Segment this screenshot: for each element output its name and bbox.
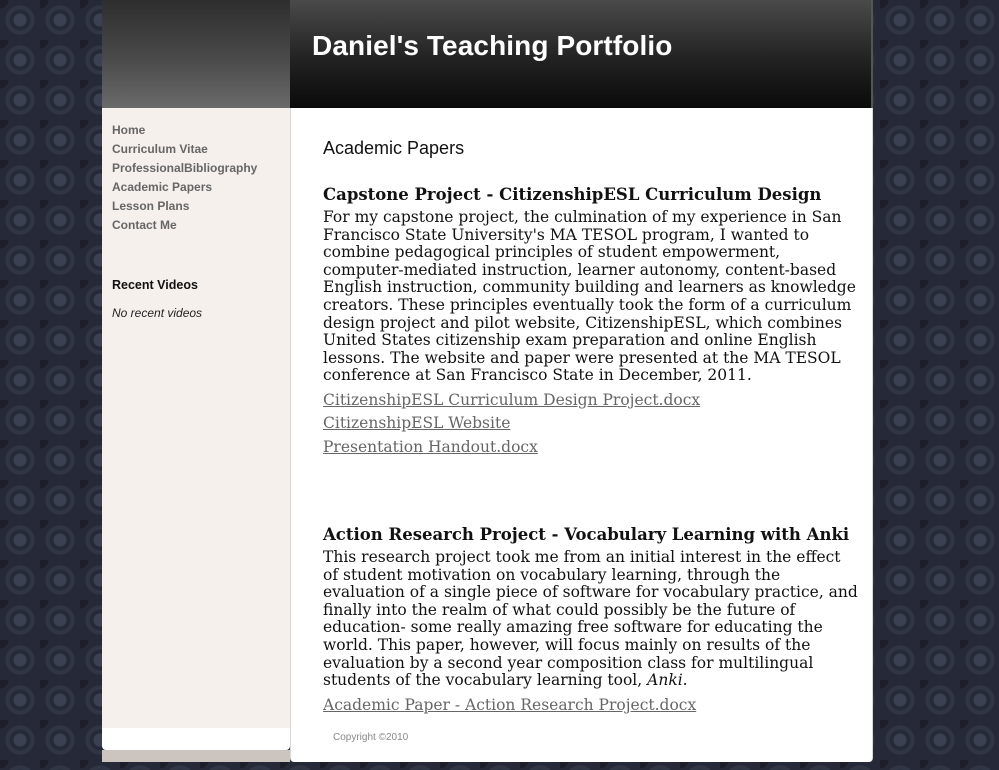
nav-item-curriculum-vitae[interactable]: Curriculum Vitae [112,142,208,156]
paper-section-action-research: Action Research Project - Vocabulary Lea… [323,525,858,717]
site-header: Daniel's Teaching Portfolio [290,0,873,108]
recent-videos-title: Recent Videos [112,278,198,292]
nav-item-contact-me[interactable]: Contact Me [112,218,177,232]
section-links: CitizenshipESL Curriculum Design Project… [323,389,858,460]
nav-item-home[interactable]: Home [112,123,145,137]
nav-item-academic-papers[interactable]: Academic Papers [112,180,212,194]
logo-area [102,0,290,108]
doc-link[interactable]: Academic Paper - Action Research Project… [323,694,858,718]
sidebar-base [102,750,290,762]
paper-section-capstone: Capstone Project - CitizenshipESL Curric… [323,185,858,459]
main-content: Academic Papers Capstone Project - Citiz… [290,108,873,762]
sidebar-footer [102,728,290,750]
website-link[interactable]: CitizenshipESL Website [323,412,858,436]
sidebar: Home Curriculum Vitae ProfessionalBiblio… [102,108,290,728]
section-title: Capstone Project - CitizenshipESL Curric… [323,185,822,204]
doc-link[interactable]: Presentation Handout.docx [323,436,858,460]
page: Daniel's Teaching Portfolio Home Curricu… [102,0,873,770]
nav-item-lesson-plans[interactable]: Lesson Plans [112,199,189,213]
site-title: Daniel's Teaching Portfolio [312,30,673,61]
section-body: This research project took me from an in… [323,548,858,690]
sidebar-nav: Home Curriculum Vitae ProfessionalBiblio… [112,119,257,233]
section-title: Action Research Project - Vocabulary Lea… [323,525,850,544]
nav-item-professional-bibliography[interactable]: ProfessionalBibliography [112,161,257,175]
copyright-text: Copyright ©2010 [333,732,409,743]
recent-videos-empty: No recent videos [112,306,203,320]
page-title: Academic Papers [323,138,465,158]
section-links: Academic Paper - Action Research Project… [323,694,858,718]
doc-link[interactable]: CitizenshipESL Curriculum Design Project… [323,389,858,413]
section-body: For my capstone project, the culmination… [323,208,856,385]
